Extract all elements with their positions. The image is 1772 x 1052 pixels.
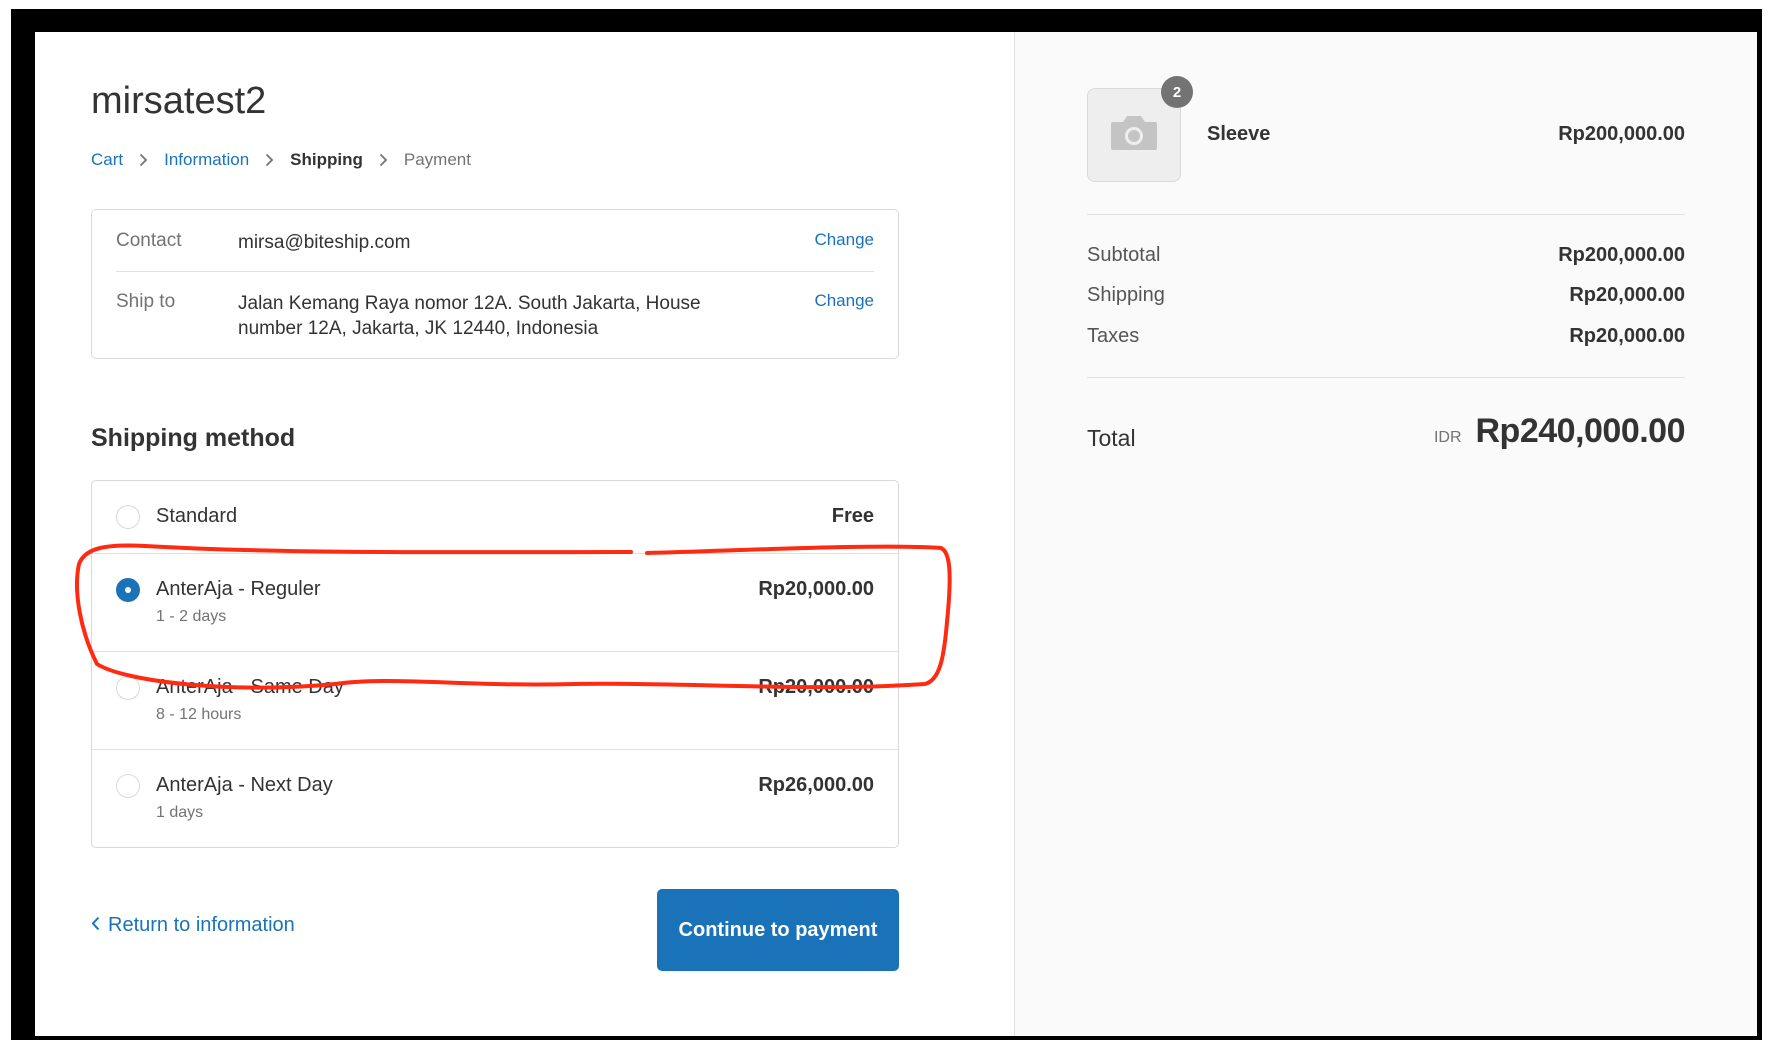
review-ship-to-row: Ship to Jalan Kemang Raya nomor 12A. Sou… <box>116 291 874 341</box>
chevron-right-icon <box>265 153 274 167</box>
shipping-row: Shipping Rp20,000.00 <box>1087 284 1685 307</box>
contact-value: mirsa@biteship.com <box>238 232 411 253</box>
breadcrumb-payment: Payment <box>403 150 471 169</box>
change-ship-to-link[interactable]: Change <box>804 291 874 341</box>
continue-to-payment-button[interactable]: Continue to payment <box>657 889 899 971</box>
subtotal-value: Rp200,000.00 <box>1558 244 1685 266</box>
shipping-option-name: AnterAja - Reguler <box>156 578 321 600</box>
shipping-method-list: Standard Free AnterAja - Reguler 1 - 2 d… <box>91 480 899 848</box>
return-to-information-label: Return to information <box>108 914 295 936</box>
checkout-page: mirsatest2 Cart Information Shipping Pay… <box>35 32 1757 1036</box>
shipping-option-detail: 1 - 2 days <box>156 608 227 625</box>
shipping-option-standard[interactable]: Standard Free <box>92 481 898 553</box>
radio-button[interactable] <box>116 505 140 529</box>
breadcrumb-information[interactable]: Information <box>164 150 249 170</box>
shipping-option-name: AnterAja - Next Day <box>156 774 333 796</box>
shipping-value: Rp20,000.00 <box>1569 284 1685 306</box>
shipping-option-anteraja-reguler[interactable]: AnterAja - Reguler 1 - 2 days Rp20,000.0… <box>92 553 898 651</box>
review-block: Contact mirsa@biteship.com Change Ship t… <box>91 209 899 359</box>
chevron-right-icon <box>379 153 388 167</box>
product-price: Rp200,000.00 <box>1558 123 1685 145</box>
radio-button[interactable] <box>116 774 140 798</box>
subtotal-row: Subtotal Rp200,000.00 <box>1087 244 1685 267</box>
contact-label: Contact <box>116 230 182 251</box>
checkout-main: mirsatest2 Cart Information Shipping Pay… <box>35 32 1014 1036</box>
shipping-option-detail: 1 days <box>156 804 204 821</box>
product-name: Sleeve <box>1207 123 1271 145</box>
breadcrumb: Cart Information Shipping Payment <box>91 150 471 170</box>
shipping-option-price: Rp20,000.00 <box>758 676 874 698</box>
total-currency: IDR <box>1433 429 1462 446</box>
screenshot-frame: mirsatest2 Cart Information Shipping Pay… <box>11 9 1762 1040</box>
shipping-label: Shipping <box>1087 284 1165 306</box>
order-summary: 2 Sleeve Rp200,000.00 Subtotal Rp200,000… <box>1014 32 1757 1036</box>
radio-button[interactable] <box>116 676 140 700</box>
ship-to-label: Ship to <box>116 291 176 312</box>
total-label: Total <box>1087 425 1136 451</box>
summary-divider <box>1087 377 1685 378</box>
change-contact-link[interactable]: Change <box>804 230 874 255</box>
breadcrumb-shipping: Shipping <box>290 150 363 169</box>
total-amount: IDR Rp240,000.00 <box>1433 412 1686 451</box>
radio-button-selected[interactable] <box>116 578 140 602</box>
shipping-option-detail: 8 - 12 hours <box>156 706 242 723</box>
total-value: Rp240,000.00 <box>1475 412 1686 450</box>
shipping-option-name: AnterAja - Same Day <box>156 676 344 698</box>
chevron-right-icon <box>139 153 148 167</box>
chevron-left-icon <box>91 915 100 936</box>
quantity-badge: 2 <box>1161 76 1193 108</box>
summary-divider <box>1087 214 1685 215</box>
ship-to-value: Jalan Kemang Raya nomor 12A. South Jakar… <box>238 293 701 339</box>
camera-icon <box>1109 114 1159 157</box>
return-to-information-link[interactable]: Return to information <box>91 914 295 937</box>
shipping-option-anteraja-same-day[interactable]: AnterAja - Same Day 8 - 12 hours Rp20,00… <box>92 651 898 749</box>
review-divider <box>116 271 874 272</box>
shipping-option-price: Free <box>831 505 874 527</box>
taxes-row: Taxes Rp20,000.00 <box>1087 325 1685 348</box>
subtotal-label: Subtotal <box>1087 244 1161 266</box>
review-contact-row: Contact mirsa@biteship.com Change <box>116 230 874 255</box>
shop-name: mirsatest2 <box>91 80 267 122</box>
taxes-label: Taxes <box>1087 325 1140 347</box>
shipping-option-name: Standard <box>156 505 238 527</box>
taxes-value: Rp20,000.00 <box>1569 325 1685 347</box>
shipping-option-price: Rp26,000.00 <box>758 774 874 796</box>
shipping-option-price: Rp20,000.00 <box>758 578 874 600</box>
shipping-option-anteraja-next-day[interactable]: AnterAja - Next Day 1 days Rp26,000.00 <box>92 749 898 847</box>
shipping-method-title: Shipping method <box>91 424 296 452</box>
breadcrumb-cart[interactable]: Cart <box>91 150 123 170</box>
